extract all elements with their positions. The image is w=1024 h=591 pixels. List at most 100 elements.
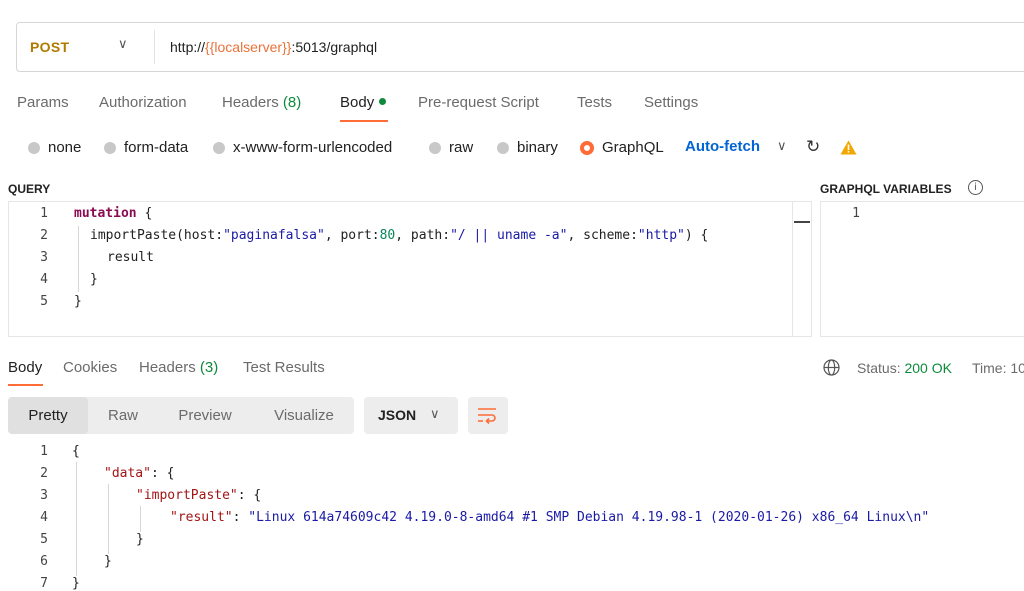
- code-line: }: [136, 532, 144, 547]
- info-icon[interactable]: i: [968, 180, 983, 195]
- pretty-button[interactable]: Pretty: [8, 397, 88, 434]
- modified-dot: [379, 98, 387, 105]
- radio-indicator: [497, 141, 509, 154]
- raw-button[interactable]: Raw: [94, 397, 152, 434]
- url-bar: [16, 22, 1024, 72]
- radio-indicator: [213, 141, 225, 154]
- radio-urlencoded[interactable]: x-www-form-urlencoded: [213, 139, 392, 156]
- headers-count: (3): [199, 359, 219, 376]
- code-text: : {: [237, 488, 262, 503]
- tab-prerequest-script[interactable]: Pre-request Script: [418, 94, 539, 111]
- wrap-lines-icon: [476, 405, 498, 430]
- code-string: "/ || uname -a": [450, 228, 568, 243]
- chevron-down-icon[interactable]: ∨: [777, 138, 787, 154]
- line-number: 4: [40, 272, 48, 287]
- json-string: "Linux 614a74609c42 4.19.0-8-amd64 #1 SM…: [248, 510, 930, 525]
- visualize-button[interactable]: Visualize: [262, 397, 346, 434]
- json-key: "result": [170, 510, 233, 525]
- code-line: result: [107, 250, 154, 265]
- radio-raw[interactable]: raw: [429, 139, 473, 156]
- line-number: 5: [40, 294, 48, 309]
- code-line: "importPaste": {: [136, 488, 261, 503]
- radio-form-data[interactable]: form-data: [104, 139, 188, 156]
- line-number: 3: [40, 488, 48, 503]
- code-text: ) {: [684, 228, 709, 243]
- line-number: 2: [40, 228, 48, 243]
- radio-label: GraphQL: [602, 139, 664, 156]
- code-text: :: [232, 510, 249, 525]
- tab-response-body[interactable]: Body: [8, 359, 42, 376]
- preview-button[interactable]: Preview: [164, 397, 246, 434]
- code-text: , scheme:: [567, 228, 638, 243]
- code-line: }: [74, 294, 82, 309]
- graphql-variables-title: GRAPHQL VARIABLES: [820, 182, 952, 196]
- editor-divider: [792, 201, 793, 337]
- globe-icon[interactable]: [823, 359, 840, 381]
- line-number: 2: [40, 466, 48, 481]
- scroll-marker: [794, 221, 810, 223]
- chevron-down-icon[interactable]: ∨: [430, 406, 440, 422]
- url-input[interactable]: http://{{localserver}}:5013/graphql: [170, 39, 377, 55]
- tab-body-label: Body: [340, 94, 375, 111]
- json-key: "importPaste": [136, 488, 238, 503]
- line-number: 1: [40, 444, 48, 459]
- auto-fetch-button[interactable]: Auto-fetch: [685, 138, 760, 155]
- code-string: "http": [637, 228, 685, 243]
- tab-response-headers[interactable]: Headers (3): [139, 359, 218, 376]
- radio-label: binary: [517, 139, 558, 156]
- url-variable: {{localserver}}: [205, 39, 292, 55]
- indent-guide: [108, 484, 109, 554]
- query-editor[interactable]: [8, 201, 812, 337]
- indent-guide: [76, 462, 77, 576]
- code-string: "paginafalsa": [223, 228, 325, 243]
- status-value: 200 OK: [904, 360, 952, 376]
- code-text: {: [136, 206, 153, 221]
- warning-icon[interactable]: [840, 140, 857, 160]
- code-line: }: [104, 554, 112, 569]
- keyword: mutation: [74, 206, 137, 221]
- indent-guide: [140, 506, 141, 532]
- code-line: "data": {: [104, 466, 174, 481]
- radio-label: raw: [449, 139, 474, 156]
- refresh-icon[interactable]: ↻: [806, 137, 820, 157]
- tab-headers-label: Headers: [222, 94, 279, 111]
- line-number: 5: [40, 532, 48, 547]
- code-line: mutation {: [74, 206, 152, 221]
- code-line: importPaste(host:"paginafalsa", port:80,…: [90, 228, 708, 243]
- code-line: }: [90, 272, 98, 287]
- method-select[interactable]: POST: [30, 39, 69, 55]
- line-number: 3: [40, 250, 48, 265]
- tab-test-results[interactable]: Test Results: [243, 359, 325, 376]
- radio-none[interactable]: none: [28, 139, 81, 156]
- tab-authorization[interactable]: Authorization: [99, 94, 187, 111]
- radio-indicator: [429, 141, 441, 154]
- tab-cookies[interactable]: Cookies: [63, 359, 117, 376]
- radio-indicator: [28, 141, 40, 154]
- radio-binary[interactable]: binary: [497, 139, 558, 156]
- radio-graphql[interactable]: GraphQL: [580, 139, 664, 156]
- variables-editor[interactable]: [820, 201, 1024, 337]
- code-text: , path:: [395, 228, 451, 243]
- time-readout: Time: 10: [972, 360, 1024, 376]
- radio-indicator-selected: [580, 140, 594, 155]
- url-suffix: :5013/graphql: [291, 39, 378, 55]
- status-readout: Status: 200 OK: [857, 360, 952, 376]
- tab-body[interactable]: Body: [340, 94, 387, 111]
- active-tab-indicator: [8, 384, 43, 386]
- tab-tests[interactable]: Tests: [577, 94, 612, 111]
- headers-count: (8): [282, 94, 302, 111]
- chevron-down-icon[interactable]: ∨: [118, 36, 128, 52]
- code-text: : {: [150, 466, 175, 481]
- divider: [154, 30, 155, 64]
- radio-label: x-www-form-urlencoded: [233, 139, 393, 156]
- tab-params[interactable]: Params: [17, 94, 69, 111]
- tab-headers[interactable]: Headers (8): [222, 94, 301, 111]
- radio-label: none: [48, 139, 82, 156]
- tab-headers-label: Headers: [139, 359, 196, 376]
- status-label: Status:: [857, 360, 901, 376]
- radio-label: form-data: [124, 139, 189, 156]
- tab-settings[interactable]: Settings: [644, 94, 698, 111]
- line-number: 4: [40, 510, 48, 525]
- radio-indicator: [104, 141, 116, 154]
- code-text: importPaste(host:: [90, 228, 224, 243]
